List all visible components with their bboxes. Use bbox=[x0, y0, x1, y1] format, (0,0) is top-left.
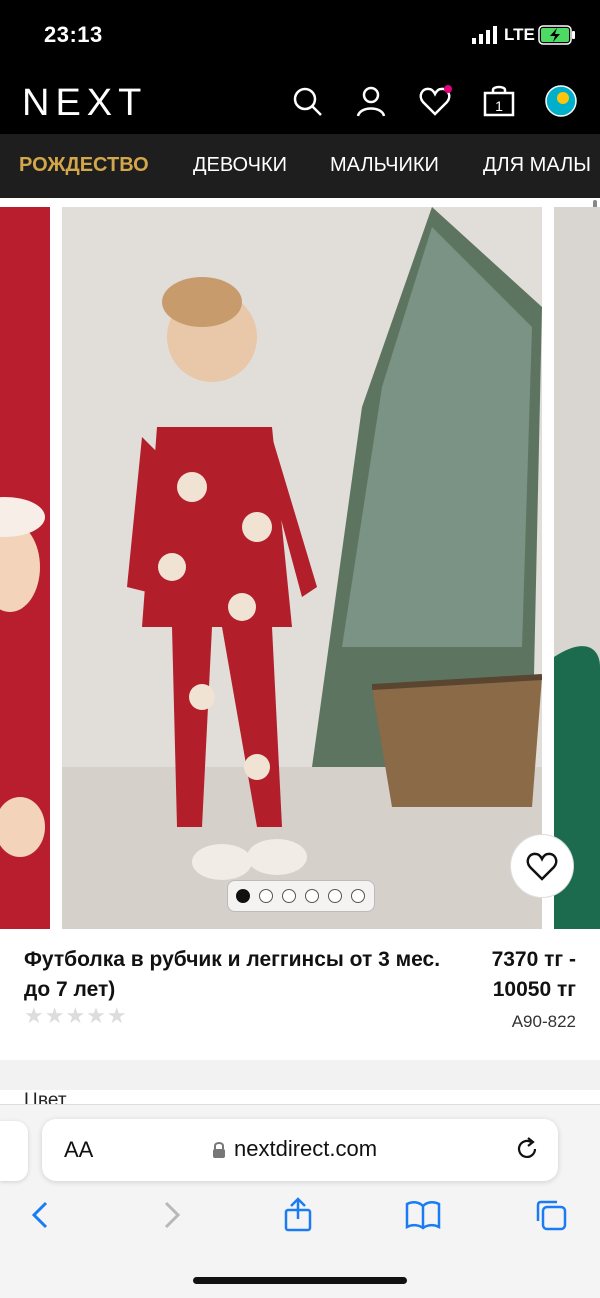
product-image[interactable] bbox=[62, 207, 542, 929]
url-text[interactable]: nextdirect.com bbox=[234, 1136, 377, 1162]
bookmarks-icon[interactable] bbox=[405, 1197, 441, 1233]
address-bar[interactable]: AA nextdirect.com bbox=[42, 1119, 558, 1181]
back-icon[interactable] bbox=[24, 1197, 60, 1233]
site-header: NEXT 1 bbox=[0, 70, 600, 134]
nav-item-christmas[interactable]: РОЖДЕСТВО bbox=[19, 154, 149, 177]
network-label: LTE bbox=[504, 25, 535, 44]
signal-icon bbox=[472, 26, 497, 44]
previous-product-image[interactable] bbox=[0, 207, 50, 929]
nav-item-girls[interactable]: ДЕВОЧКИ bbox=[193, 154, 287, 177]
nav-item-boys[interactable]: МАЛЬЧИКИ bbox=[330, 154, 439, 177]
section-divider bbox=[0, 1060, 600, 1090]
heart-icon bbox=[526, 852, 558, 881]
search-icon[interactable] bbox=[290, 84, 324, 118]
share-icon[interactable] bbox=[280, 1197, 316, 1233]
browser-toolbar: AA nextdirect.com bbox=[0, 1104, 600, 1298]
gallery-pagination[interactable] bbox=[227, 880, 375, 912]
gallery-dot[interactable] bbox=[351, 889, 365, 903]
gallery-dot[interactable] bbox=[282, 889, 296, 903]
product-price: 7370 тг - 10050 тг bbox=[491, 948, 576, 1001]
nav-item-baby[interactable]: ДЛЯ МАЛЫ bbox=[483, 154, 591, 177]
next-logo[interactable]: NEXT bbox=[22, 82, 147, 125]
gallery-dot[interactable] bbox=[236, 889, 250, 903]
svg-text:1: 1 bbox=[495, 98, 503, 114]
status-bar: 23:13 LTE bbox=[0, 0, 600, 70]
text-size-button[interactable]: AA bbox=[64, 1137, 93, 1163]
product-code: A90-822 bbox=[511, 1012, 576, 1031]
favourites-icon[interactable] bbox=[418, 84, 452, 118]
bag-icon[interactable]: 1 bbox=[482, 84, 516, 118]
gallery-dot[interactable] bbox=[328, 889, 342, 903]
country-flag-icon[interactable] bbox=[544, 84, 578, 118]
home-indicator[interactable] bbox=[193, 1277, 407, 1284]
category-nav: РОЖДЕСТВО ДЕВОЧКИ МАЛЬЧИКИ ДЛЯ МАЛЫ bbox=[0, 134, 600, 198]
rating-stars: ★★★★★ bbox=[24, 1003, 128, 1028]
status-time: 23:13 bbox=[44, 22, 103, 47]
previous-tab[interactable] bbox=[0, 1121, 28, 1181]
account-icon[interactable] bbox=[354, 84, 388, 118]
lock-icon bbox=[213, 1142, 225, 1158]
tabs-icon[interactable] bbox=[533, 1197, 569, 1233]
product-title: Футболка в рубчик и леггинсы от 3 мес. д… bbox=[24, 948, 441, 1001]
add-to-favourites-button[interactable] bbox=[511, 835, 573, 897]
gallery-dot[interactable] bbox=[259, 889, 273, 903]
color-label: Цвет bbox=[24, 1090, 67, 1104]
battery-icon bbox=[538, 25, 575, 45]
forward-icon[interactable] bbox=[154, 1197, 190, 1233]
product-gallery[interactable] bbox=[0, 207, 600, 929]
next-product-image[interactable] bbox=[554, 207, 600, 929]
gallery-dot[interactable] bbox=[305, 889, 319, 903]
reload-icon[interactable] bbox=[514, 1136, 540, 1162]
